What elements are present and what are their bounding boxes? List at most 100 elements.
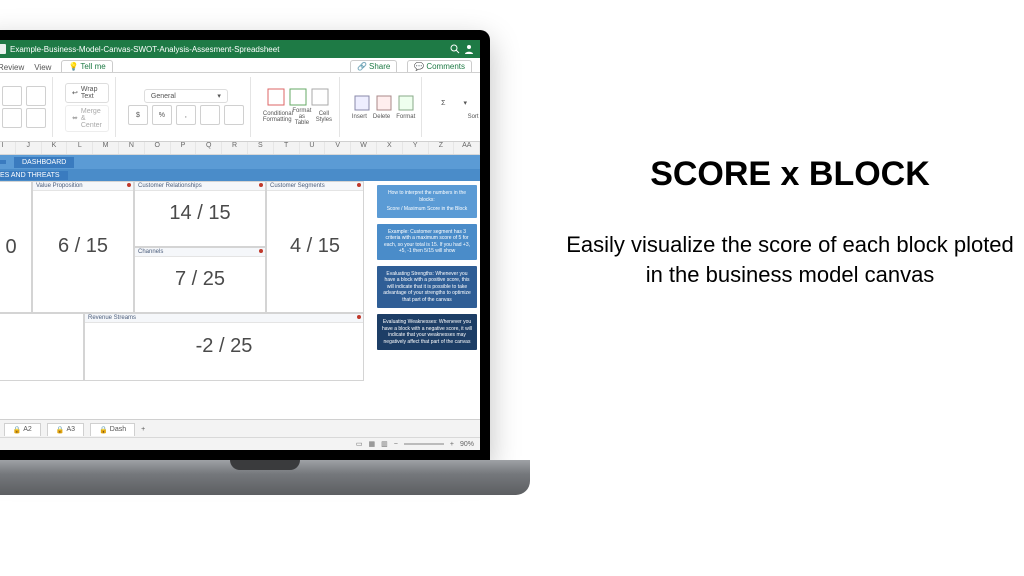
col-h[interactable]: M [93, 142, 119, 154]
sort-label: Sort & Filter [468, 114, 480, 120]
wrap-text-button[interactable]: ↩Wrap Text [65, 83, 109, 103]
col-h[interactable]: O [145, 142, 171, 154]
format-label2: Format [396, 114, 415, 120]
cond-format-button[interactable] [267, 88, 285, 106]
col-h[interactable]: W [351, 142, 377, 154]
decrease-decimal-button[interactable] [200, 105, 220, 125]
comment-indicator-icon [127, 183, 131, 187]
comment-indicator-icon [357, 315, 361, 319]
sheet-tab-dash[interactable]: 🔒Dash [90, 423, 135, 436]
subtab-threats[interactable]: IES AND THREATS [0, 171, 68, 180]
block-channels[interactable]: Channels 7 / 25 [134, 247, 266, 313]
view-layout-button[interactable]: ▦ [369, 440, 376, 448]
zoom-in-button[interactable]: + [450, 441, 454, 448]
currency-button[interactable]: $ [128, 105, 148, 125]
align-left-button[interactable] [2, 86, 22, 106]
comment-indicator-icon [259, 183, 263, 187]
col-h[interactable]: I [0, 142, 16, 154]
column-headers[interactable]: IJKLMNOPQRSTUVWXYZAA [0, 142, 480, 155]
block-partial[interactable]: 0 [0, 181, 32, 313]
increase-decimal-button[interactable] [224, 105, 244, 125]
cell-styles-label: Cell Styles [315, 111, 333, 123]
block-revenue-streams[interactable]: Revenue Streams -2 / 25 [84, 313, 364, 381]
merge-label: Merge & Center [81, 108, 102, 129]
col-h[interactable]: Q [196, 142, 222, 154]
number-format-dropdown[interactable]: General▾ [144, 89, 228, 103]
insert-button[interactable] [353, 94, 371, 112]
col-h[interactable]: J [16, 142, 42, 154]
cell-styles-button[interactable] [311, 88, 329, 106]
laptop-bezel: Example-Business-Model-Canvas-SWOT-Analy… [0, 30, 490, 460]
dash-tab-1[interactable] [0, 160, 6, 164]
clear-button[interactable]: ✕ [478, 94, 480, 112]
col-h[interactable]: R [222, 142, 248, 154]
align-bottom-button[interactable] [2, 108, 22, 128]
autosum-button[interactable]: Σ [434, 94, 452, 112]
tellme-search[interactable]: 💡 Tell me [61, 60, 112, 72]
view-break-button[interactable]: ▥ [381, 440, 388, 448]
col-h[interactable]: S [248, 142, 274, 154]
user-icon[interactable] [464, 44, 474, 54]
block-value: 0 [0, 182, 31, 312]
sheet-tab-a3[interactable]: 🔒A3 [47, 423, 84, 436]
block-customer-relationships[interactable]: Customer Relationships 14 / 15 [134, 181, 266, 247]
zoom-slider[interactable] [404, 443, 444, 445]
tellme-label: Tell me [80, 62, 105, 71]
delete-button[interactable] [375, 94, 393, 112]
outdent-button[interactable] [26, 108, 46, 128]
col-h[interactable]: X [377, 142, 403, 154]
sheet-tab-a2[interactable]: 🔒A2 [4, 423, 41, 436]
block-customer-segments[interactable]: Customer Segments 4 / 15 [266, 181, 364, 313]
merge-icon: ⬌ [72, 114, 78, 122]
fill-button[interactable]: ▾ [456, 94, 474, 112]
indent-button[interactable] [26, 86, 46, 106]
comment-indicator-icon [259, 249, 263, 253]
col-h[interactable]: P [171, 142, 197, 154]
col-h[interactable]: Y [403, 142, 429, 154]
lock-icon: 🔒 [56, 426, 65, 434]
note-strengths: Evaluating Strengths: Whenever you have … [377, 266, 477, 309]
search-icon[interactable] [450, 44, 460, 54]
comments-label: Comments [426, 62, 465, 71]
comma-button[interactable]: , [176, 105, 196, 125]
view-normal-button[interactable]: ▭ [356, 440, 363, 448]
tab-review[interactable]: Review [0, 63, 24, 72]
block-value-proposition[interactable]: Value Proposition 6 / 15 [32, 181, 134, 313]
laptop-lip [230, 460, 300, 470]
format-table-button[interactable] [289, 88, 307, 106]
sheet-label: A3 [67, 426, 76, 433]
comment-indicator-icon [357, 183, 361, 187]
format-cells-button[interactable] [397, 94, 415, 112]
comments-button[interactable]: 💬 Comments [407, 60, 472, 72]
col-h[interactable]: T [274, 142, 300, 154]
wrap-label: Wrap Text [81, 86, 102, 100]
bmc-grid: 0 Value Proposition 6 / 15 Customer Rela… [0, 181, 374, 381]
wrap-icon: ↩ [72, 89, 78, 97]
col-h[interactable]: N [119, 142, 145, 154]
add-sheet-button[interactable]: + [141, 426, 145, 433]
ribbon-tabs: Review View 💡 Tell me 🔗 Share 💬 Comments [0, 58, 480, 73]
col-h[interactable]: AA [454, 142, 480, 154]
zoom-value[interactable]: 90% [460, 441, 474, 448]
col-h[interactable]: V [325, 142, 351, 154]
block-header: Customer Segments [267, 182, 363, 191]
col-h[interactable]: L [67, 142, 93, 154]
zoom-out-button[interactable]: − [394, 441, 398, 448]
tab-view[interactable]: View [34, 63, 51, 72]
merge-center-button[interactable]: ⬌Merge & Center [65, 105, 109, 132]
lock-icon: 🔒 [13, 426, 22, 434]
fmt-table-label: Format as Table [291, 108, 313, 126]
block-value: 6 / 15 [33, 191, 133, 301]
share-button[interactable]: 🔗 Share [350, 60, 397, 72]
dash-tab-dashboard[interactable]: DASHBOARD [14, 157, 74, 168]
percent-button[interactable]: % [152, 105, 172, 125]
col-h[interactable]: Z [429, 142, 455, 154]
note-weaknesses: Evaluating Weaknesses: Whenever you have… [377, 314, 477, 350]
col-h[interactable]: K [42, 142, 68, 154]
note-text: How to interpret the numbers in the bloc… [381, 190, 473, 203]
col-h[interactable]: U [300, 142, 326, 154]
block-header: Revenue Streams [85, 314, 363, 323]
block-header: Value Proposition [33, 182, 133, 191]
laptop-mockup: Example-Business-Model-Canvas-SWOT-Analy… [0, 30, 540, 500]
block-bottom-left[interactable] [0, 313, 84, 381]
